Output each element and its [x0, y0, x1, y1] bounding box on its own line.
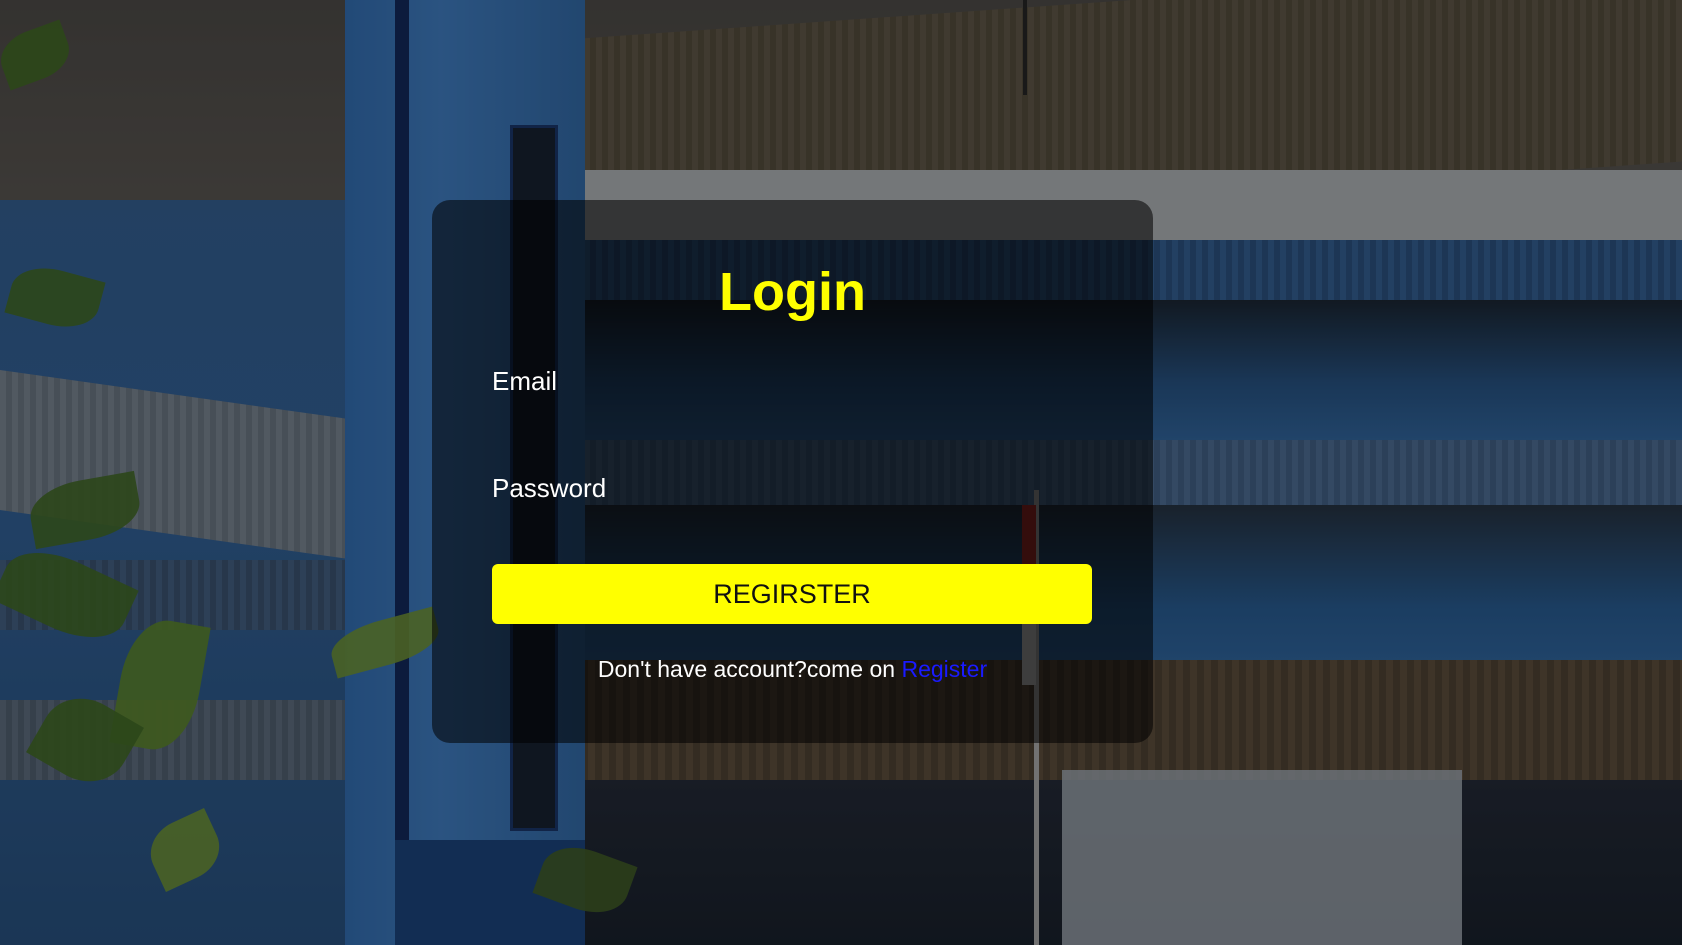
password-field[interactable] — [492, 507, 1092, 543]
page-title: Login — [719, 262, 866, 322]
register-submit-button[interactable]: REGIRSTER — [492, 564, 1092, 624]
email-label: Email — [492, 366, 558, 396]
register-prompt: Don't have account?come on Register — [432, 654, 1153, 684]
register-prompt-text: Don't have account?come on — [597, 656, 902, 682]
password-label: Password — [492, 473, 607, 503]
register-link[interactable]: Register — [901, 656, 987, 682]
email-field[interactable] — [492, 400, 1092, 436]
login-page: Login Email Password REGIRSTER Don't hav… — [0, 0, 1682, 945]
